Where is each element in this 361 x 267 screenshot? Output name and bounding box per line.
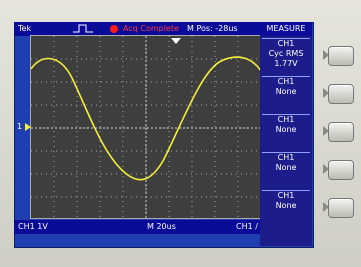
menu-item-5-line2: None [275,201,297,210]
menu-item-5-line1: CH1 [277,191,295,200]
channel-1-marker-arrow-icon [24,122,31,131]
menu-item-4-line1: CH1 [277,153,295,162]
bottom-status-bar: CH1 1V M 20us CH1 / 0V [14,220,271,234]
menu-item-4[interactable]: CH1 None [262,152,310,187]
ch1-scale-label: CH1 1V [18,222,48,231]
softkey-3-button[interactable] [328,122,354,142]
menu-item-2-line2: None [275,87,297,96]
menu-title: MEASURE [260,22,312,36]
menu-item-2[interactable]: CH1 None [262,76,310,111]
menu-item-4-line2: None [275,163,297,172]
menu-item-1[interactable]: CH1 Cyc RMS 1.77V [262,38,310,73]
status-bar: Tek Acq Complete M Pos: -28us [14,22,260,36]
softkey-4-button[interactable] [328,160,354,180]
menu-item-3-line1: CH1 [277,115,295,124]
softkey-5-button[interactable] [328,198,354,218]
graticule [30,36,262,218]
menu-item-1-line2: Cyc RMS [268,49,304,58]
menu-item-1-line1: CH1 [277,39,295,48]
menu-item-5[interactable]: CH1 None [262,190,310,225]
menu-item-1-line3: 1.77V [274,59,298,68]
acq-state: Acq Complete [123,24,179,33]
softkey-1-button[interactable] [328,46,354,66]
trigger-waveform-icon [73,24,93,33]
brand-label: Tek [18,24,32,33]
channel-1-marker: 1 [17,122,31,131]
softkey-2-button[interactable] [328,84,354,104]
menu-item-3-line2: None [275,125,297,134]
trigger-position-marker-icon [171,38,181,44]
menu-item-2-line1: CH1 [277,77,295,86]
timebase-label: M 20us [147,222,176,231]
measure-menu: MEASURE CH1 Cyc RMS 1.77V CH1 None CH1 N… [260,22,312,246]
menu-item-3[interactable]: CH1 None [262,114,310,149]
trigger-position-label: M Pos: -28us [187,24,238,33]
waveform-grid [30,35,262,219]
